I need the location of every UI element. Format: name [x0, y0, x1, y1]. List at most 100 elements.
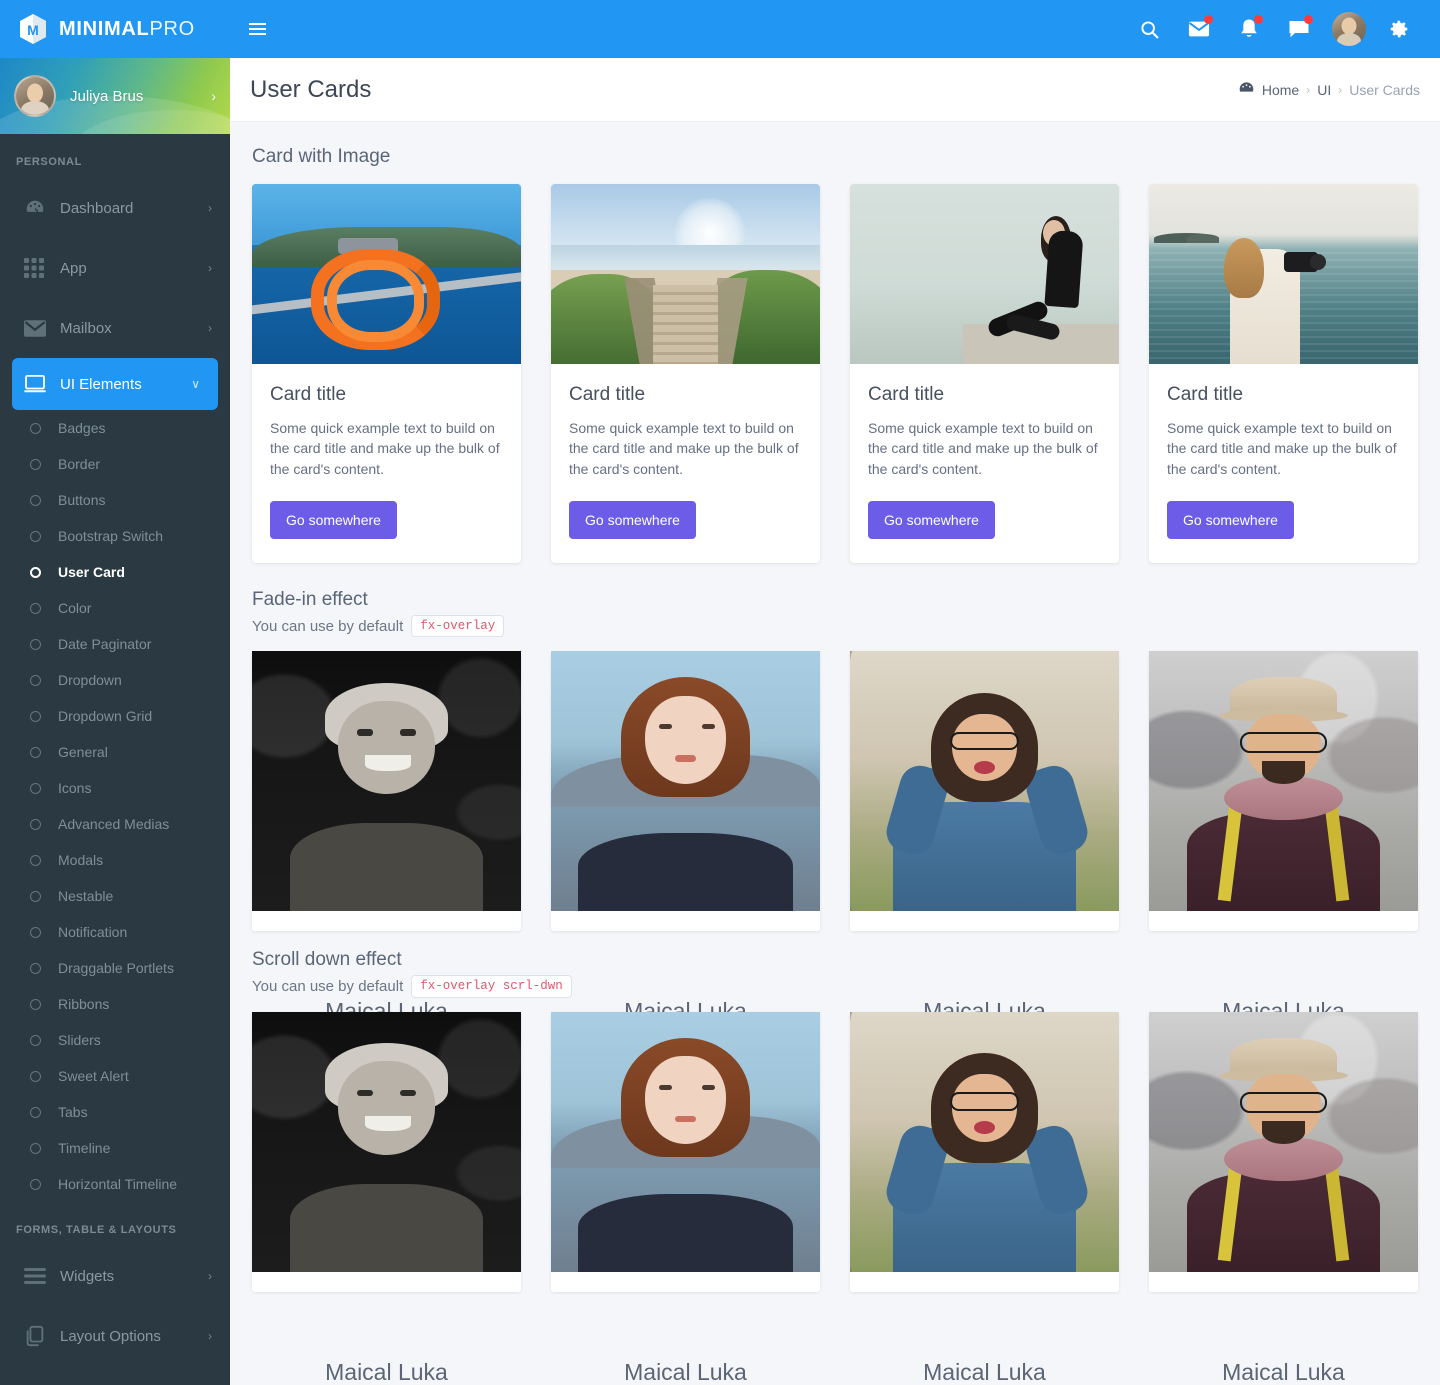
sidebar-subitem-label: Sweet Alert [58, 1068, 129, 1084]
user-card[interactable]: Maical LukaManaging Director [1149, 1011, 1418, 1384]
content-area: Card with Image Card title Some quick exa… [230, 122, 1440, 1384]
user-card[interactable]: Maical LukaManaging Director [1149, 651, 1418, 1047]
go-somewhere-button[interactable]: Go somewhere [868, 500, 995, 539]
profile-avatar [14, 75, 56, 117]
notifications-button[interactable] [1224, 0, 1274, 58]
sidebar-subitem-label: Bootstrap Switch [58, 528, 164, 544]
bullet-icon [30, 494, 41, 506]
user-card[interactable]: Maical LukaManaging Director [551, 1011, 820, 1384]
sidebar-item-widgets[interactable]: Widgets › [0, 1246, 230, 1306]
avatar [1332, 12, 1366, 46]
card-image [252, 184, 521, 364]
bullet-icon [30, 530, 41, 542]
user-card-photo [850, 1011, 1119, 1272]
sidebar-subitem-label: Sliders [58, 1032, 101, 1048]
hamburger-icon [248, 23, 266, 35]
chat-button[interactable] [1274, 0, 1324, 58]
sidebar-subitem-label: Horizontal Timeline [58, 1176, 178, 1192]
fade-in-grid: Maical LukaManaging DirectorMaical LukaM… [252, 651, 1418, 1047]
sidebar-subitem-general[interactable]: General [0, 734, 230, 770]
bullet-icon [30, 1034, 41, 1046]
sidebar-subitem-tabs[interactable]: Tabs [0, 1094, 230, 1130]
bullet-icon [30, 710, 41, 722]
sidebar-subitem-buttons[interactable]: Buttons [0, 482, 230, 518]
settings-button[interactable] [1374, 0, 1424, 58]
user-card[interactable]: Maical LukaManaging Director [850, 651, 1119, 1047]
chevron-right-icon: › [208, 201, 212, 215]
bullet-icon [30, 1178, 41, 1190]
sidebar-subitem-horizontal-timeline[interactable]: Horizontal Timeline [0, 1166, 230, 1202]
card-image [850, 184, 1119, 364]
user-card[interactable]: Maical LukaManaging Director [850, 1011, 1119, 1384]
envelope-icon [24, 319, 54, 337]
sidebar-item-mailbox[interactable]: Mailbox › [0, 298, 230, 358]
sidebar-subitem-label: General [58, 744, 108, 760]
monitor-icon [24, 375, 54, 393]
sidebar-subitem-badges[interactable]: Badges [0, 410, 230, 446]
sidebar-subitem-sweet-alert[interactable]: Sweet Alert [0, 1058, 230, 1094]
fade-in-code-chip: fx-overlay [411, 614, 505, 638]
sidebar-subitem-dropdown[interactable]: Dropdown [0, 662, 230, 698]
sidebar: Juliya Brus › PERSONAL Dashboard › App ›… [0, 58, 230, 1385]
bullet-icon [30, 1142, 41, 1154]
bullet-icon [30, 1070, 41, 1082]
sidebar-subitem-draggable-portlets[interactable]: Draggable Portlets [0, 950, 230, 986]
user-avatar-button[interactable] [1324, 0, 1374, 58]
sidebar-subitem-date-paginator[interactable]: Date Paginator [0, 626, 230, 662]
user-card[interactable]: Maical LukaManaging Director [252, 1011, 521, 1384]
sidebar-subitem-nestable[interactable]: Nestable [0, 878, 230, 914]
sidebar-profile[interactable]: Juliya Brus › [0, 58, 230, 134]
sidebar-subitem-label: Draggable Portlets [58, 960, 174, 976]
breadcrumb: Home › UI › User Cards [1238, 81, 1420, 99]
profile-expand-icon[interactable]: › [211, 88, 216, 104]
sidebar-subitem-advanced-medias[interactable]: Advanced Medias [0, 806, 230, 842]
sidebar-toggle-button[interactable] [230, 0, 284, 58]
sidebar-item-label: Mailbox [60, 319, 112, 337]
user-card[interactable]: Maical LukaManaging Director [551, 651, 820, 1047]
bullet-icon [30, 566, 41, 578]
sidebar-subitem-color[interactable]: Color [0, 590, 230, 626]
card-title: Card title [270, 384, 347, 405]
sidebar-subitem-sliders[interactable]: Sliders [0, 1022, 230, 1058]
image-card: Card title Some quick example text to bui… [551, 184, 820, 563]
sidebar-item-app[interactable]: App › [0, 238, 230, 298]
section-title-card-with-image: Card with Image [252, 146, 391, 167]
brand-light: PRO [149, 17, 195, 40]
breadcrumb-home[interactable]: Home [1262, 82, 1299, 98]
sidebar-item-ui-elements[interactable]: UI Elements ∨ [12, 358, 218, 410]
mail-button[interactable] [1174, 0, 1224, 58]
sidebar-subitem-user-card[interactable]: User Card [0, 554, 230, 590]
sidebar-subitem-label: Ribbons [58, 996, 110, 1012]
breadcrumb-ui[interactable]: UI [1317, 82, 1331, 98]
sidebar-subitem-notification[interactable]: Notification [0, 914, 230, 950]
go-somewhere-button[interactable]: Go somewhere [270, 500, 397, 539]
sidebar-subitem-timeline[interactable]: Timeline [0, 1130, 230, 1166]
go-somewhere-button[interactable]: Go somewhere [1167, 500, 1294, 539]
user-card-caption: Maical LukaManaging Director [551, 1360, 820, 1385]
user-card[interactable]: Maical LukaManaging Director [252, 651, 521, 1047]
bullet-icon [30, 818, 41, 830]
fade-in-hint: You can use by default fx-overlay [252, 614, 1418, 638]
dashboard-icon [24, 197, 54, 219]
sidebar-subitem-icons[interactable]: Icons [0, 770, 230, 806]
card-body: Card title Some quick example text to bui… [1149, 364, 1418, 563]
sidebar-subitem-dropdown-grid[interactable]: Dropdown Grid [0, 698, 230, 734]
sidebar-subitem-ribbons[interactable]: Ribbons [0, 986, 230, 1022]
go-somewhere-button[interactable]: Go somewhere [569, 500, 696, 539]
card-body: Card title Some quick example text to bui… [252, 364, 521, 563]
sidebar-subitem-modals[interactable]: Modals [0, 842, 230, 878]
sidebar-subitem-label: Nestable [58, 888, 114, 904]
top-navbar: M MINIMALPRO [0, 0, 1440, 58]
bullet-icon [30, 998, 41, 1010]
home-icon [1238, 81, 1255, 99]
breadcrumb-current: User Cards [1349, 81, 1420, 98]
brand-logo-area[interactable]: M MINIMALPRO [0, 0, 230, 58]
sidebar-subitem-bootstrap-switch[interactable]: Bootstrap Switch [0, 518, 230, 554]
sidebar-item-dashboard[interactable]: Dashboard › [0, 178, 230, 238]
sidebar-subitem-label: User Card [58, 564, 125, 580]
user-card-photo [551, 651, 820, 912]
sidebar-subitem-border[interactable]: Border [0, 446, 230, 482]
sidebar-item-layout-options[interactable]: Layout Options › [0, 1306, 230, 1366]
search-button[interactable] [1124, 0, 1174, 58]
card-title: Card title [569, 384, 646, 405]
